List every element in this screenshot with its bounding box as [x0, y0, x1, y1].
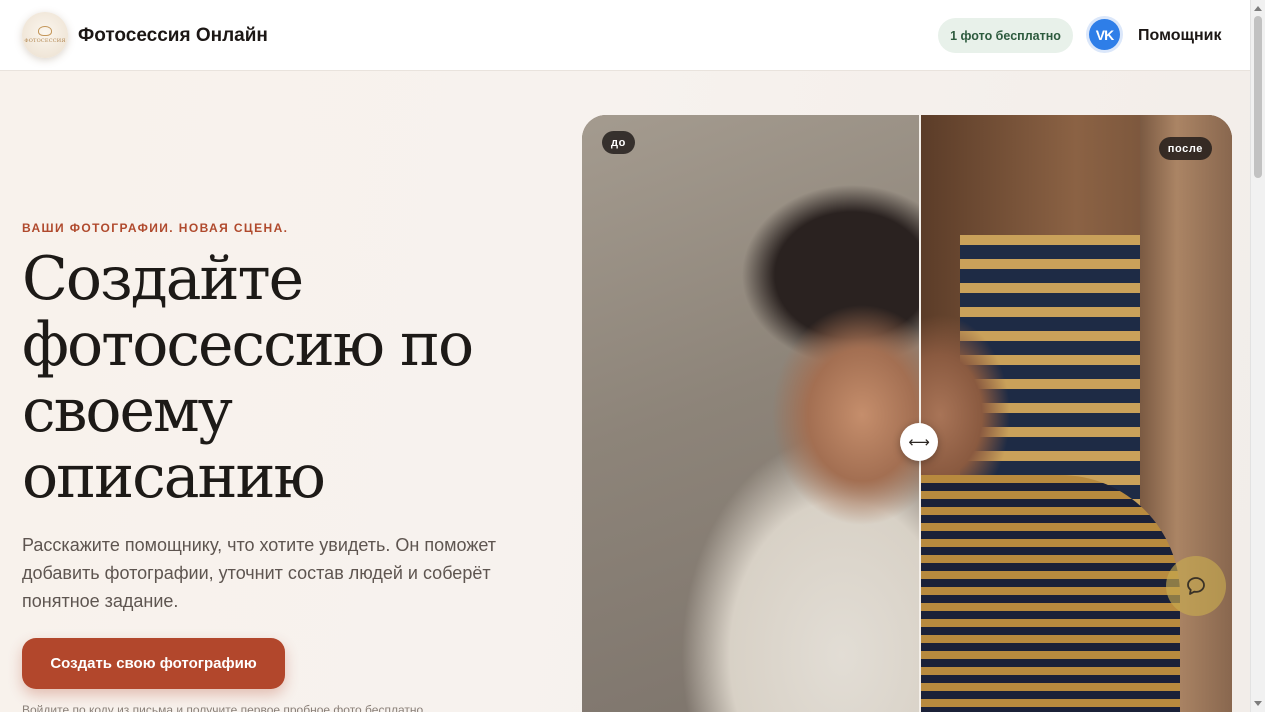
page-scrollbar[interactable] [1250, 0, 1265, 712]
arrows-horizontal-icon[interactable]: ⟷ [900, 423, 938, 461]
hero-footnote: Войдите по коду из письма и получите пер… [22, 703, 427, 712]
chat-bubble-icon [1187, 577, 1205, 595]
top-nav: ФОТОСЕССИЯ Фотосессия Онлайн 1 фото бесп… [0, 0, 1250, 71]
comparison-divider[interactable] [919, 115, 921, 712]
before-after-comparison[interactable]: ⟷ до после [582, 115, 1232, 712]
logo-icon [38, 26, 52, 36]
create-photo-button[interactable]: Создать свою фотографию [22, 638, 285, 689]
helper-link[interactable]: Помощник [1138, 27, 1221, 45]
scroll-thumb[interactable] [1254, 16, 1262, 178]
scroll-up-icon[interactable] [1254, 6, 1262, 11]
vk-icon[interactable]: VK [1089, 19, 1120, 50]
before-image [582, 115, 920, 712]
hero-headline: Создайте фотосессию по своему описанию [22, 244, 474, 512]
free-photo-badge: 1 фото бесплатно [938, 18, 1073, 53]
after-label: после [1158, 137, 1212, 160]
after-image [920, 115, 1232, 712]
chat-button[interactable] [1166, 556, 1226, 616]
before-label: до [602, 131, 635, 154]
after-costume [920, 475, 1180, 712]
hero-eyebrow: ВАШИ ФОТОГРАФИИ. НОВАЯ СЦЕНА. [22, 221, 289, 235]
brand-name[interactable]: Фотосессия Онлайн [78, 25, 268, 47]
hero-description: Расскажите помощнику, что хотите увидеть… [22, 535, 497, 611]
page: ФОТОСЕССИЯ Фотосессия Онлайн 1 фото бесп… [0, 0, 1250, 712]
scroll-down-icon[interactable] [1254, 701, 1262, 706]
logo[interactable]: ФОТОСЕССИЯ [22, 12, 68, 58]
logo-text: ФОТОСЕССИЯ [24, 38, 66, 44]
